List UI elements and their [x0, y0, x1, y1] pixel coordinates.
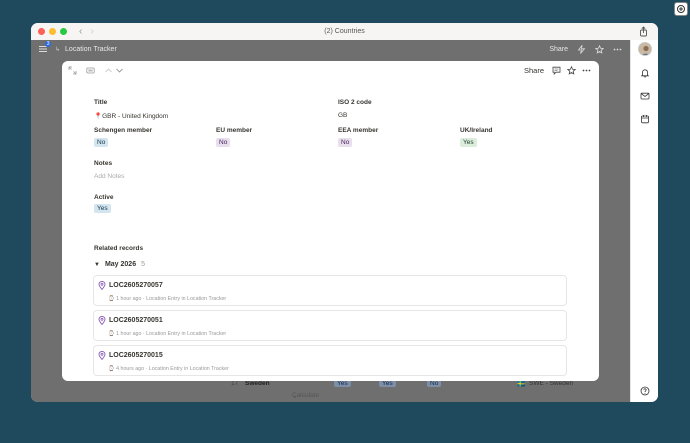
app-header: 3 ↳ Location Tracker Share [31, 40, 630, 58]
modal-header: Share [62, 61, 599, 79]
clock-icon: ⌚ [108, 366, 117, 372]
more-options-icon[interactable] [582, 66, 591, 75]
mail-icon[interactable] [640, 91, 650, 101]
user-avatar-icon [639, 43, 651, 55]
related-records-heading: Related records [94, 245, 144, 252]
eea-member-label: EEA member [338, 127, 379, 134]
location-marker-icon [98, 351, 106, 360]
row-tag: Yes [334, 380, 351, 387]
star-icon[interactable] [595, 44, 604, 54]
calendar-icon[interactable] [640, 114, 650, 124]
row-name: Sweden [245, 380, 270, 387]
iso-code-value[interactable]: GB [338, 112, 347, 119]
help-icon[interactable] [640, 386, 650, 396]
row-tag: Yes [379, 380, 396, 387]
title-bar: ‹ › (2) Countries [31, 23, 658, 40]
uk-ireland-tag[interactable]: Yes [460, 138, 477, 147]
location-marker-icon [98, 281, 106, 290]
record-meta: ⌚ 1 hour ago · Location Entry in Locatio… [108, 296, 227, 302]
chevron-down-icon[interactable] [115, 66, 124, 75]
group-toggle-may-2026[interactable]: ▼ May 2026 5 [94, 261, 145, 268]
row-number: 17 [231, 380, 239, 387]
record-meta: ⌚ 4 hours ago · Location Entry in Locati… [108, 366, 229, 372]
favorite-star-icon[interactable] [567, 66, 576, 75]
notes-field[interactable]: Add Notes [94, 173, 124, 180]
uk-ireland-label: UK/Ireland [460, 127, 493, 134]
title-label: Title [94, 99, 108, 106]
record-meta: ⌚ 1 hour ago · Location Entry in Locatio… [108, 331, 227, 337]
comment-icon[interactable] [552, 66, 561, 75]
record-id: LOC2605270057 [109, 282, 163, 289]
row-tag: No [427, 380, 442, 387]
related-record-card[interactable]: LOC2605270057 ⌚ 1 hour ago · Location En… [93, 275, 567, 306]
breadcrumb-location-tracker[interactable]: Location Tracker [65, 46, 117, 53]
eea-member-tag[interactable]: No [338, 138, 353, 147]
record-detail-modal: Share Title 📍GBR - United Kingdom ISO 2 … [62, 61, 599, 381]
location-marker-icon [98, 316, 106, 325]
app-share-button[interactable]: Share [549, 46, 568, 53]
record-id: LOC2605270015 [109, 352, 163, 359]
title-value[interactable]: 📍GBR - United Kingdom [94, 112, 168, 120]
menu-button[interactable]: 3 [38, 41, 51, 54]
clock-icon: ⌚ [108, 296, 117, 302]
more-icon[interactable] [613, 45, 622, 54]
iso-code-label: ISO 2 code [338, 99, 372, 106]
bell-icon[interactable] [640, 68, 650, 78]
active-tag[interactable]: Yes [94, 204, 111, 213]
row-flag-icon: 🇸🇪 [517, 381, 526, 388]
group-count: 5 [141, 261, 145, 268]
schengen-tag[interactable]: No [94, 138, 109, 147]
screen-capture-button[interactable] [674, 2, 688, 16]
breadcrumb-separator-icon: ↳ [55, 46, 61, 53]
avatar[interactable] [638, 42, 652, 56]
group-label: May 2026 [104, 261, 137, 268]
related-record-card[interactable]: LOC2605270015 ⌚ 4 hours ago · Location E… [93, 345, 567, 376]
chevron-up-icon[interactable] [104, 66, 113, 75]
location-pin-icon: 📍 [94, 113, 103, 120]
right-sidebar [630, 40, 658, 402]
record-id: LOC2605270051 [109, 317, 163, 324]
related-record-card[interactable]: LOC2605270051 ⌚ 1 hour ago · Location En… [93, 310, 567, 341]
notes-label: Notes [94, 160, 113, 167]
share-sheet-icon[interactable] [638, 26, 649, 37]
notification-badge: 3 [45, 41, 51, 47]
calculate-button[interactable]: Calculate ⌄ [292, 392, 319, 400]
eu-member-label: EU member [216, 127, 253, 134]
active-label: Active [94, 194, 114, 201]
clock-icon: ⌚ [108, 331, 117, 337]
view-mode-icon[interactable] [86, 66, 95, 75]
capture-icon [677, 5, 685, 13]
expand-icon[interactable] [68, 66, 77, 75]
eu-member-tag[interactable]: No [216, 138, 231, 147]
schengen-label: Schengen member [94, 127, 153, 134]
modal-share-button[interactable]: Share [524, 66, 544, 75]
lightning-icon[interactable] [577, 44, 586, 54]
row-code: SWE - Sweden [529, 380, 574, 387]
window-title: (2) Countries [324, 28, 365, 35]
triangle-down-icon: ▼ [94, 261, 100, 268]
